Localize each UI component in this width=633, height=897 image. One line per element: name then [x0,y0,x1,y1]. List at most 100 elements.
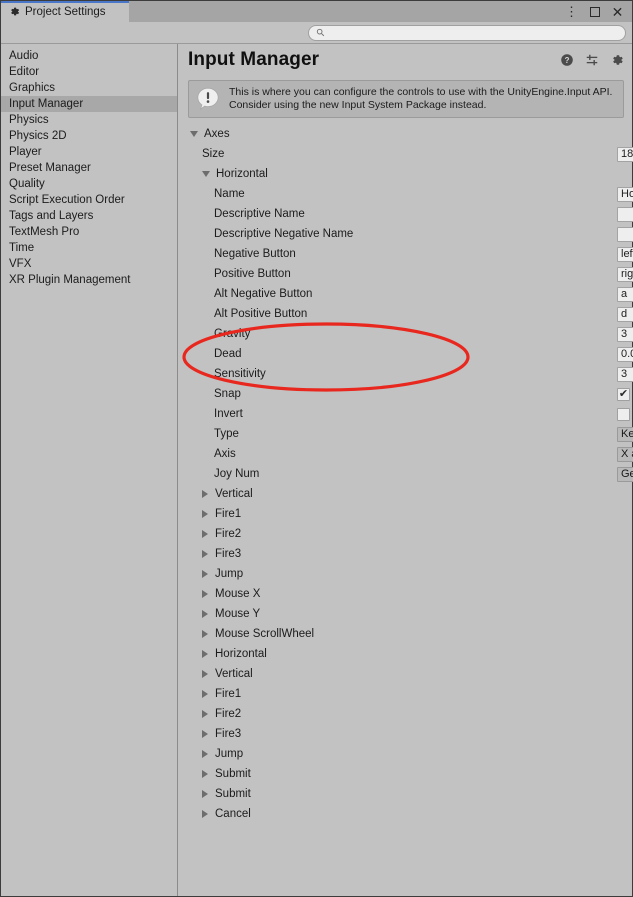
row-collapsed-axis[interactable]: Submit [188,764,632,784]
axis-foldout[interactable]: Vertical [188,488,253,500]
row-collapsed-axis[interactable]: Submit [188,784,632,804]
snap-checkbox[interactable]: ✔ [617,387,630,401]
row-collapsed-axis[interactable]: Fire3 [188,544,632,564]
horizontal-foldout[interactable]: Horizontal [188,168,268,180]
sidebar-item-preset-manager[interactable]: Preset Manager [1,160,177,176]
sidebar-item-quality[interactable]: Quality [1,176,177,192]
row-collapsed-axis[interactable]: Mouse Y [188,604,632,624]
alt-positive-button-input[interactable]: d [617,306,633,322]
row-gravity[interactable]: Gravity 3 [188,324,633,344]
row-horizontal-group[interactable]: Horizontal [188,164,632,184]
axes-foldout[interactable]: Axes [188,128,230,140]
search-input[interactable] [329,27,618,38]
chevron-right-icon [202,790,208,798]
chevron-right-icon [202,590,208,598]
axis-foldout[interactable]: Fire3 [188,728,241,740]
sidebar-item-textmesh-pro[interactable]: TextMesh Pro [1,224,177,240]
row-name[interactable]: Name Horizontal [188,184,633,204]
row-collapsed-axis[interactable]: Fire1 [188,504,632,524]
row-sensitivity[interactable]: Sensitivity 3 [188,364,633,384]
row-collapsed-axis[interactable]: Horizontal [188,644,632,664]
axis-foldout[interactable]: Mouse ScrollWheel [188,628,314,640]
axis-name: Fire2 [215,708,242,720]
row-collapsed-axis[interactable]: Vertical [188,484,632,504]
descriptive-negative-name-input[interactable] [617,226,633,242]
positive-button-input[interactable]: right [617,266,633,282]
row-collapsed-axis[interactable]: Jump [188,564,632,584]
axis-foldout[interactable]: Mouse X [188,588,260,600]
row-type[interactable]: Type Key or Mouse Button [188,424,633,444]
name-input[interactable]: Horizontal [617,186,633,202]
row-collapsed-axis[interactable]: Mouse ScrollWheel [188,624,632,644]
axis-foldout[interactable]: Cancel [188,808,251,820]
axis-foldout[interactable]: Mouse Y [188,608,260,620]
row-axis[interactable]: Axis X axis [188,444,633,464]
row-snap[interactable]: Snap ✔ [188,384,632,404]
row-size[interactable]: Size 18 [188,144,633,164]
type-dropdown[interactable]: Key or Mouse Button [617,426,633,442]
row-joy-num[interactable]: Joy Num Get Motion from all Joysticks [188,464,633,484]
axis-name: Fire1 [215,688,242,700]
row-positive-button[interactable]: Positive Button right [188,264,633,284]
sidebar-item-input-manager[interactable]: Input Manager [1,96,177,112]
row-collapsed-axis[interactable]: Jump [188,744,632,764]
sidebar-item-physics-2d[interactable]: Physics 2D [1,128,177,144]
row-alt-negative-button[interactable]: Alt Negative Button a [188,284,633,304]
row-invert[interactable]: Invert [188,404,632,424]
row-axes[interactable]: Axes [188,124,632,144]
sidebar-item-tags-and-layers[interactable]: Tags and Layers [1,208,177,224]
sidebar-item-xr-plugin-management[interactable]: XR Plugin Management [1,272,177,288]
dead-input[interactable]: 0.001 [617,346,633,362]
axis-foldout[interactable]: Submit [188,788,251,800]
gear-icon[interactable] [610,53,624,67]
axis-foldout[interactable]: Jump [188,568,243,580]
gravity-input[interactable]: 3 [617,326,633,342]
sidebar-item-audio[interactable]: Audio [1,48,177,64]
axis-foldout[interactable]: Submit [188,768,251,780]
tab-project-settings[interactable]: Project Settings [1,1,129,22]
axis-foldout[interactable]: Fire3 [188,548,241,560]
axis-foldout[interactable]: Fire2 [188,708,241,720]
axis-foldout[interactable]: Fire2 [188,528,241,540]
invert-checkbox[interactable] [617,407,630,421]
row-collapsed-axis[interactable]: Fire1 [188,684,632,704]
row-collapsed-axis[interactable]: Cancel [188,804,632,824]
sidebar-item-vfx[interactable]: VFX [1,256,177,272]
axis-foldout[interactable]: Horizontal [188,648,267,660]
chevron-right-icon [202,630,208,638]
row-descriptive-name[interactable]: Descriptive Name [188,204,633,224]
help-icon[interactable]: ? [560,53,574,67]
sensitivity-input[interactable]: 3 [617,366,633,382]
more-options-icon[interactable]: ⋮ [565,5,578,18]
negative-button-input[interactable]: left [617,246,633,262]
search-box[interactable] [308,24,626,41]
row-collapsed-axis[interactable]: Fire2 [188,524,632,544]
axis-foldout[interactable]: Fire1 [188,508,241,520]
joy-num-dropdown[interactable]: Get Motion from all Joysticks [617,466,633,482]
sidebar-item-time[interactable]: Time [1,240,177,256]
descriptive-name-input[interactable] [617,206,633,222]
sidebar-item-editor[interactable]: Editor [1,64,177,80]
maximize-icon[interactable] [588,5,601,18]
row-dead[interactable]: Dead 0.001 [188,344,633,364]
type-dropdown-value: Key or Mouse Button [621,428,633,440]
axis-foldout[interactable]: Jump [188,748,243,760]
size-input[interactable]: 18 [617,146,633,162]
axis-dropdown[interactable]: X axis [617,446,633,462]
row-negative-button[interactable]: Negative Button left [188,244,633,264]
axis-foldout[interactable]: Vertical [188,668,253,680]
row-collapsed-axis[interactable]: Vertical [188,664,632,684]
sidebar-item-script-execution-order[interactable]: Script Execution Order [1,192,177,208]
alt-negative-button-input[interactable]: a [617,286,633,302]
row-collapsed-axis[interactable]: Fire2 [188,704,632,724]
row-descriptive-negative-name[interactable]: Descriptive Negative Name [188,224,633,244]
row-collapsed-axis[interactable]: Mouse X [188,584,632,604]
sidebar-item-graphics[interactable]: Graphics [1,80,177,96]
sidebar-item-physics[interactable]: Physics [1,112,177,128]
sidebar-item-player[interactable]: Player [1,144,177,160]
axis-foldout[interactable]: Fire1 [188,688,241,700]
row-alt-positive-button[interactable]: Alt Positive Button d [188,304,633,324]
preset-icon[interactable] [585,53,599,67]
row-collapsed-axis[interactable]: Fire3 [188,724,632,744]
close-icon[interactable]: ✕ [611,5,624,19]
